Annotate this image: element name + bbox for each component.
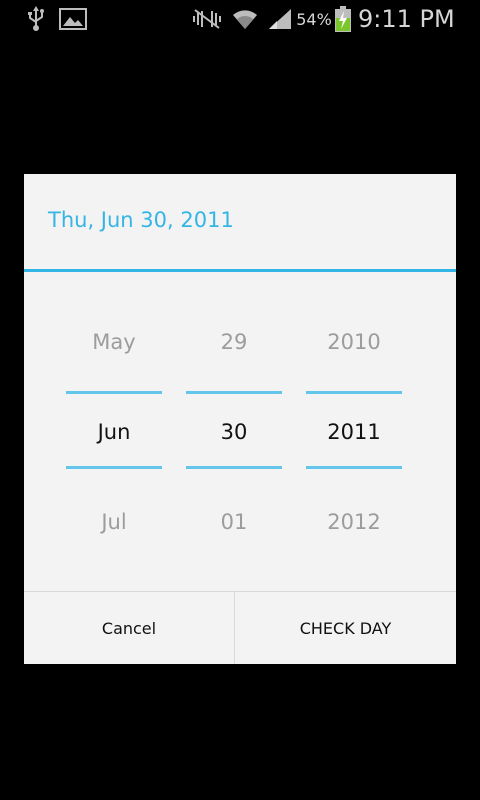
day-picker[interactable]: 29 30 01 [186,272,282,590]
dialog-header: Thu, Jun 30, 2011 [24,174,456,270]
month-prev[interactable]: May [66,330,162,354]
date-picker-dialog: Thu, Jun 30, 2011 May Jun Jul 29 30 01 2… [24,174,456,664]
day-selection-line-bottom [186,466,282,469]
year-selection-line-bottom [306,466,402,469]
cancel-button[interactable]: Cancel [24,592,234,664]
month-picker[interactable]: May Jun Jul [66,272,162,590]
day-next[interactable]: 01 [186,510,282,534]
month-selected[interactable]: Jun [66,420,162,444]
year-selection-line-top [306,391,402,394]
signal-icon [265,0,295,38]
clock: 9:11 PM [358,5,455,33]
year-selected[interactable]: 2011 [306,420,402,444]
wifi-icon [228,0,262,38]
year-picker[interactable]: 2010 2011 2012 [306,272,402,590]
dialog-title: Thu, Jun 30, 2011 [48,208,234,232]
year-next[interactable]: 2012 [306,510,402,534]
day-selection-line-top [186,391,282,394]
status-bar: 54% 9:11 PM [0,0,480,38]
battery-charging-icon [332,0,354,38]
month-selection-line-bottom [66,466,162,469]
day-prev[interactable]: 29 [186,330,282,354]
month-next[interactable]: Jul [66,510,162,534]
usb-icon [22,0,50,38]
mute-icon [190,0,224,38]
day-selected[interactable]: 30 [186,420,282,444]
year-prev[interactable]: 2010 [306,330,402,354]
image-icon [58,0,88,38]
check-day-button[interactable]: CHECK DAY [235,592,456,664]
battery-percent: 54% [296,9,332,29]
month-selection-line-top [66,391,162,394]
